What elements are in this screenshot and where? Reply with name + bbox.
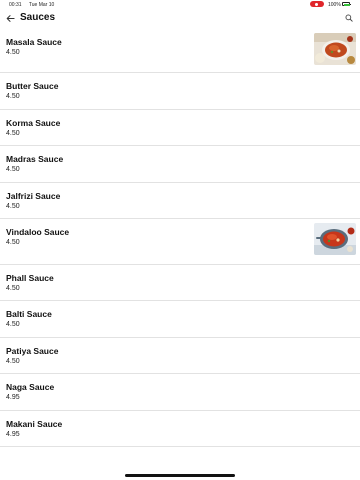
- status-time: 00:31: [9, 2, 22, 8]
- list-item[interactable]: Korma Sauce 4.50: [0, 110, 360, 146]
- page-title: Sauces: [20, 12, 56, 23]
- arrow-left-icon[interactable]: [3, 11, 17, 25]
- sauce-list: Masala Sauce 4.50 Butter Sauce 4.50 Korm…: [0, 29, 360, 447]
- item-price: 4.50: [6, 239, 20, 246]
- list-item[interactable]: Butter Sauce 4.50: [0, 73, 360, 110]
- list-item[interactable]: Balti Sauce 4.50: [0, 301, 360, 338]
- item-price: 4.50: [6, 357, 20, 365]
- item-name: Jalfrizi Sauce: [6, 190, 61, 201]
- item-price: 4.95: [6, 430, 20, 438]
- item-thumbnail-image: [314, 223, 356, 255]
- item-price: 4.50: [6, 129, 20, 137]
- list-item[interactable]: Vindaloo Sauce 4.50: [0, 219, 360, 265]
- battery-icon: [342, 2, 351, 6]
- list-item[interactable]: Madras Sauce 4.50: [0, 146, 360, 183]
- item-name: Madras Sauce: [6, 154, 64, 164]
- item-price: 4.50: [6, 321, 20, 328]
- item-name: Patiya Sauce: [6, 345, 59, 356]
- battery-percent: 100%: [328, 2, 341, 8]
- list-item[interactable]: Jalfrizi Sauce 4.50: [0, 183, 360, 219]
- item-name: Balti Sauce: [6, 309, 52, 319]
- recording-indicator-icon: [310, 1, 324, 7]
- item-price: 4.50: [6, 202, 20, 210]
- item-name: Makani Sauce: [6, 418, 63, 429]
- status-bar: 00:31 Tue Mar 10 100%: [0, 0, 360, 9]
- home-indicator[interactable]: [125, 474, 235, 477]
- item-name: Vindaloo Sauce: [6, 227, 70, 237]
- item-name: Korma Sauce: [6, 117, 61, 128]
- list-item[interactable]: Masala Sauce 4.50: [0, 29, 360, 73]
- list-item[interactable]: Naga Sauce 4.95: [0, 374, 360, 411]
- app-bar: Sauces: [0, 9, 360, 29]
- item-thumbnail-image: [314, 33, 356, 65]
- status-date: Tue Mar 10: [28, 2, 55, 8]
- list-item[interactable]: Phall Sauce 4.50: [0, 265, 360, 301]
- item-name: Butter Sauce: [6, 81, 59, 91]
- list-item[interactable]: Makani Sauce 4.95: [0, 411, 360, 447]
- item-name: Phall Sauce: [6, 272, 54, 283]
- status-left: 00:31 Tue Mar 10: [9, 2, 54, 8]
- item-price: 4.50: [6, 166, 20, 173]
- item-price: 4.50: [6, 284, 20, 292]
- item-price: 4.50: [6, 49, 20, 56]
- item-name: Masala Sauce: [6, 37, 62, 47]
- item-price: 4.95: [6, 394, 20, 401]
- list-item[interactable]: Patiya Sauce 4.50: [0, 338, 360, 374]
- search-icon[interactable]: [342, 11, 356, 25]
- item-name: Naga Sauce: [6, 382, 55, 392]
- item-price: 4.50: [6, 93, 20, 100]
